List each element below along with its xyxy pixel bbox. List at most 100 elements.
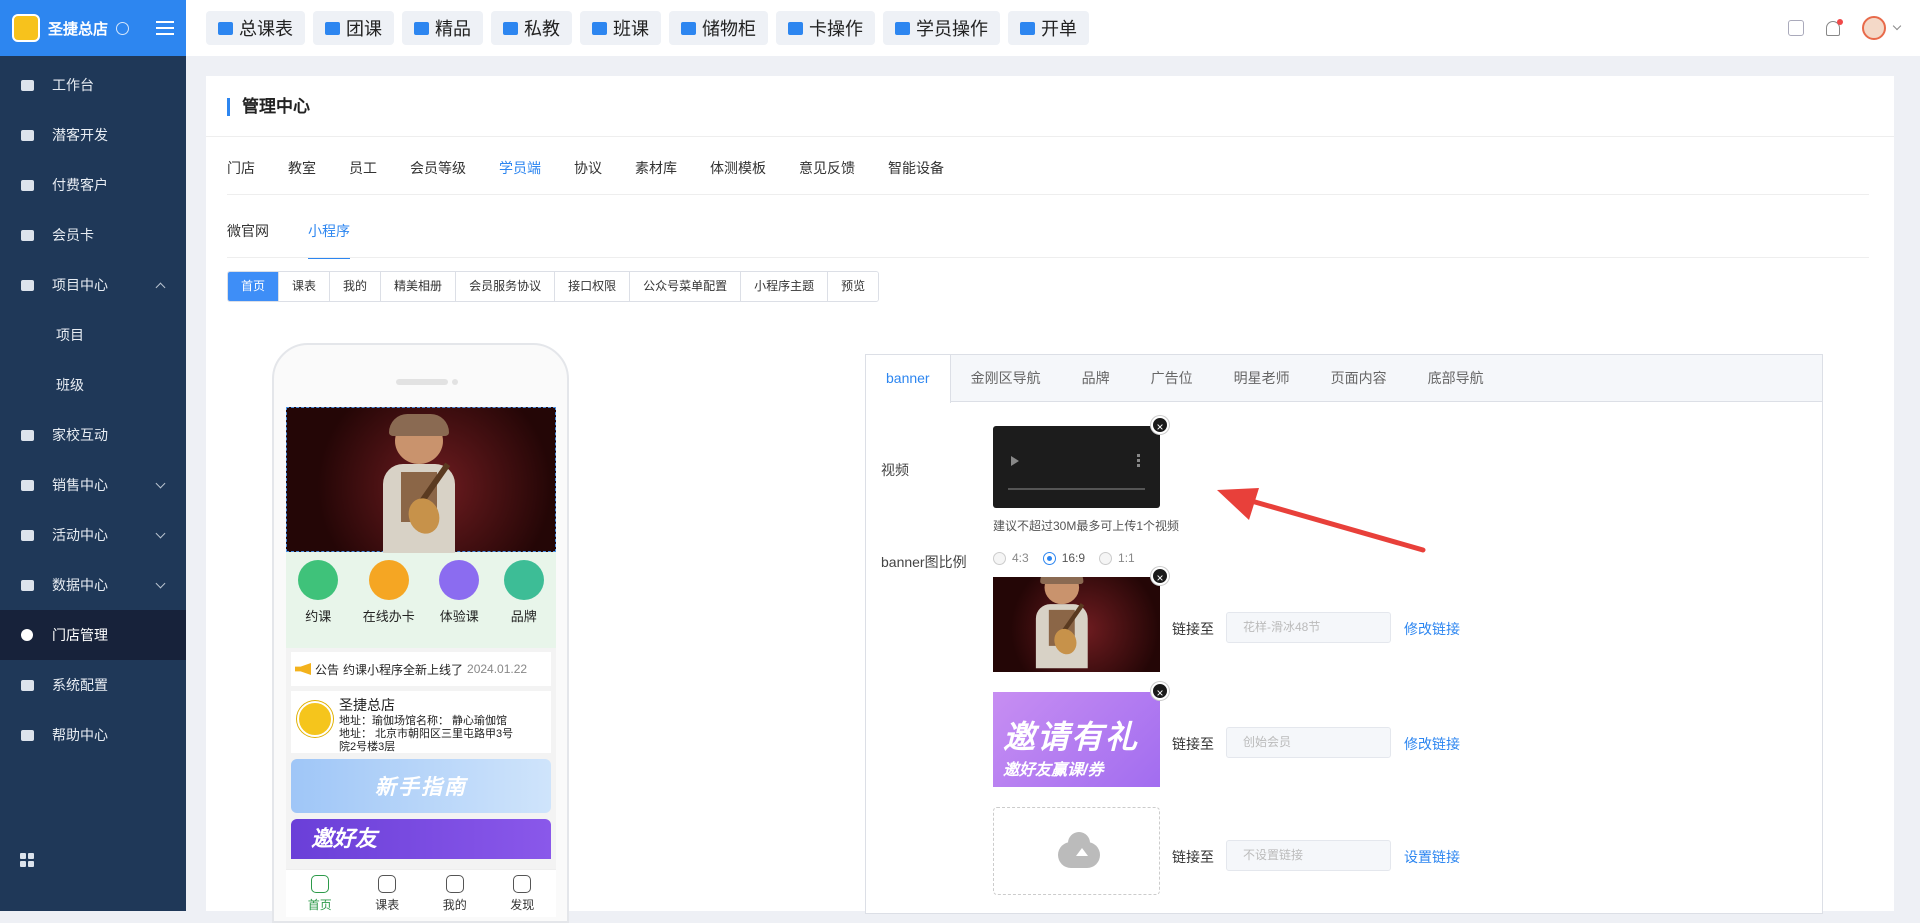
sidebar-item[interactable]: 活动中心 [0,510,186,560]
sidebar-item[interactable]: 帮助中心 [0,710,186,760]
play-icon[interactable] [1011,456,1019,466]
preview-icon-nav: 约课 在线办卡 体验课 品牌 [286,552,556,648]
quick-button[interactable]: 储物柜 [669,11,768,45]
link-input[interactable]: 不设置链接 [1226,840,1391,871]
sidebar-item[interactable]: 门店管理 [0,610,186,660]
chevron-down-icon[interactable] [1892,21,1902,31]
preview-icon-item[interactable]: 在线办卡 [363,560,415,648]
upload-box[interactable] [993,807,1160,895]
quick-button[interactable]: 私教 [491,11,572,45]
apps-grid-icon[interactable] [20,853,34,867]
edit-link-button[interactable]: 修改链接 [1404,734,1460,754]
guide-banner[interactable]: 新手指南 [291,759,551,813]
avatar[interactable] [1862,16,1886,40]
preview-tab[interactable]: 首页 [308,874,332,913]
title-divider [206,136,1894,137]
sidebar-item[interactable]: 销售中心 [0,460,186,510]
panel-tab[interactable]: 明星老师 [1214,355,1311,401]
tab[interactable]: 协议 [574,158,621,178]
invite-banner[interactable]: 邀好友 [291,819,551,859]
sidebar-item[interactable]: 家校互动 [0,410,186,460]
edit-link-button[interactable]: 修改链接 [1404,619,1460,639]
ratio-radio[interactable]: 1:1 [1099,551,1135,565]
segment-button[interactable]: 课表 [279,272,331,301]
menu-toggle-icon[interactable] [156,21,174,35]
ratio-option-label: 16:9 [1061,551,1086,565]
video-thumbnail[interactable] [993,426,1160,508]
video-progress[interactable] [1008,488,1145,490]
radio-circle[interactable] [1099,551,1113,565]
ratio-radio[interactable]: 4:3 [993,551,1029,565]
quick-button[interactable]: 学员操作 [883,11,1000,45]
quick-button[interactable]: 卡操作 [776,11,875,45]
quick-button[interactable]: 开单 [1008,11,1089,45]
sidebar-item[interactable]: 系统配置 [0,660,186,710]
preview-banner[interactable] [286,407,556,553]
sidebar-item[interactable]: 项目 [0,310,186,360]
preview-icon-item[interactable]: 品牌 [503,560,544,648]
panel-tab[interactable]: banner [866,355,951,403]
segment-button[interactable]: 首页 [228,272,280,301]
banner-photo [379,414,459,553]
segment-button[interactable]: 精美相册 [381,272,457,301]
tab[interactable]: 学员端 [499,158,560,178]
close-icon[interactable]: × [1151,567,1169,585]
tab[interactable]: 会员等级 [410,158,485,178]
tab[interactable]: 素材库 [635,158,696,178]
subtab[interactable]: 微官网 [227,221,269,259]
switch-store-icon[interactable] [116,21,130,35]
tab[interactable]: 智能设备 [888,158,963,178]
segment-button[interactable]: 接口权限 [555,272,631,301]
top-bar: 总课表 团课 精品 私教 班课 储物柜 卡操作 学员操作 开单 [186,0,1920,56]
quick-button[interactable]: 精品 [402,11,483,45]
tab[interactable]: 体测模板 [710,158,785,178]
preview-tab[interactable]: 发现 [510,874,534,913]
quick-button-icon [1020,21,1035,35]
sidebar-item[interactable]: 会员卡 [0,210,186,260]
sidebar-item[interactable]: 付费客户 [0,160,186,210]
panel-tab[interactable]: 广告位 [1131,355,1214,401]
panel-tab[interactable]: 底部导航 [1408,355,1505,401]
sidebar-item[interactable]: 潜客开发 [0,110,186,160]
preview-tab[interactable]: 我的 [442,874,467,913]
sidebar-item[interactable]: 数据中心 [0,560,186,610]
quick-button[interactable]: 团课 [313,11,394,45]
close-icon[interactable]: × [1151,416,1169,434]
link-input[interactable]: 花样-滑冰48节 [1226,612,1391,643]
preview-tab-label: 我的 [442,897,467,912]
preview-tab[interactable]: 课表 [375,874,399,913]
preview-store-card[interactable]: 圣捷总店 地址：瑜伽场馆名称： 静心瑜伽馆 地址： 北京市朝阳区三里屯路甲3号 … [291,691,551,753]
preview-notice[interactable]: 公告 约课小程序全新上线了 2024.01.22 [291,652,551,686]
radio-circle[interactable] [1042,551,1056,565]
radio-circle[interactable] [993,551,1006,565]
close-icon[interactable]: × [1151,682,1169,700]
quick-button[interactable]: 总课表 [206,11,305,45]
quick-button[interactable]: 班课 [580,11,661,45]
more-icon[interactable] [1137,454,1140,468]
tab[interactable]: 教室 [288,158,335,178]
tab[interactable]: 门店 [227,158,274,178]
segment-button[interactable]: 会员服务协议 [456,272,556,301]
qrcode-icon[interactable] [1788,20,1804,36]
segment-button[interactable]: 小程序主题 [741,272,829,301]
bell-icon[interactable] [1826,18,1843,36]
set-link-button[interactable]: 设置链接 [1404,847,1460,867]
panel-tab[interactable]: 品牌 [1062,355,1131,401]
subtab[interactable]: 小程序 [308,221,350,259]
segment-button[interactable]: 公众号菜单配置 [630,272,742,301]
tab[interactable]: 员工 [349,158,396,178]
panel-tab[interactable]: 金刚区导航 [951,355,1062,401]
banner-image-1[interactable] [993,577,1160,672]
panel-tab[interactable]: 页面内容 [1311,355,1408,401]
preview-icon-item[interactable]: 约课 [298,560,339,648]
ratio-radio[interactable]: 16:9 [1042,551,1086,565]
link-input[interactable]: 创始会员 [1226,727,1391,758]
segment-button[interactable]: 我的 [330,272,382,301]
banner-image-2[interactable]: 邀请有礼 邀好友赢课/券 [993,692,1160,787]
sidebar-item[interactable]: 项目中心 [0,260,186,310]
preview-icon-item[interactable]: 体验课 [439,560,480,648]
sidebar-item[interactable]: 工作台 [0,60,186,110]
tab[interactable]: 意见反馈 [799,158,874,178]
sidebar-item[interactable]: 班级 [0,360,186,410]
segment-button[interactable]: 预览 [828,272,879,301]
